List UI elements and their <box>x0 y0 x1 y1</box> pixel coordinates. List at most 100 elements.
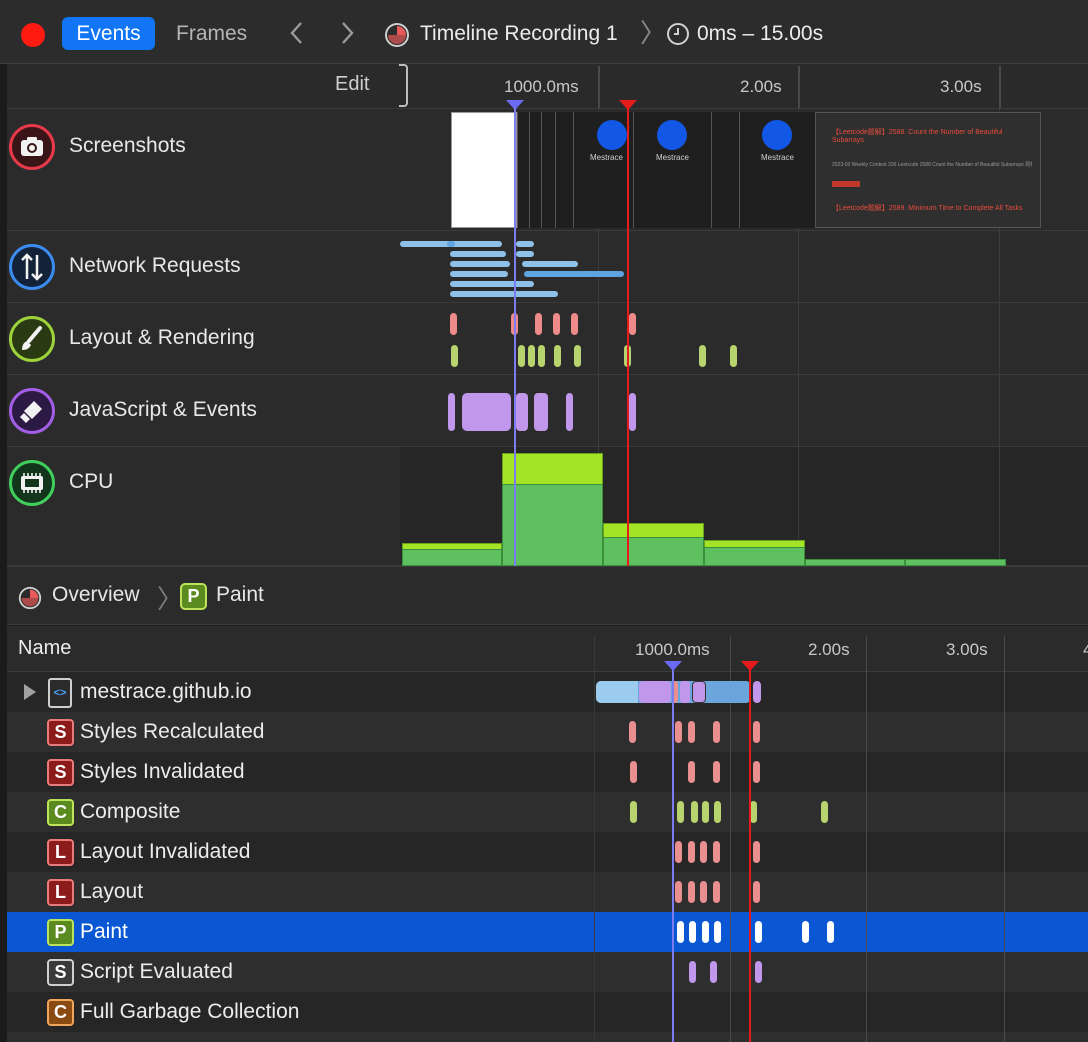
event-marker[interactable] <box>630 761 637 783</box>
table-row-selected[interactable] <box>7 912 1088 952</box>
event-marker[interactable] <box>753 761 760 783</box>
paint-event[interactable] <box>451 345 458 367</box>
tab-frames[interactable]: Frames <box>176 17 247 50</box>
lane-screenshots[interactable] <box>7 109 400 231</box>
event-marker[interactable] <box>675 881 682 903</box>
network-request-bar[interactable] <box>450 291 558 297</box>
event-marker[interactable] <box>713 841 720 863</box>
screenshot-thumbnail[interactable] <box>711 112 739 228</box>
event-marker[interactable] <box>691 801 698 823</box>
event-marker[interactable] <box>677 921 684 943</box>
event-marker[interactable] <box>710 961 717 983</box>
script-event[interactable] <box>462 393 511 431</box>
script-event[interactable] <box>566 393 573 431</box>
script-segment[interactable] <box>639 681 671 703</box>
screenshot-thumbnail[interactable] <box>451 112 517 228</box>
layout-event[interactable] <box>553 313 560 335</box>
event-marker[interactable] <box>750 801 757 823</box>
paint-event[interactable] <box>528 345 535 367</box>
event-marker[interactable] <box>688 721 695 743</box>
event-marker[interactable] <box>688 881 695 903</box>
paint-event[interactable] <box>538 345 545 367</box>
lane-cpu[interactable] <box>7 447 400 566</box>
network-request-bar[interactable] <box>450 251 506 257</box>
network-request-bar[interactable] <box>524 271 624 277</box>
screenshot-thumbnail[interactable] <box>517 112 529 228</box>
edit-handle[interactable] <box>399 64 408 107</box>
paint-event[interactable] <box>574 345 581 367</box>
resource-timeline-segment[interactable] <box>596 681 638 703</box>
cpu-usage-bar[interactable] <box>402 549 502 566</box>
layout-event[interactable] <box>450 313 457 335</box>
network-request-bar[interactable] <box>450 271 508 277</box>
script-event[interactable] <box>516 393 528 431</box>
network-request-bar[interactable] <box>450 261 510 267</box>
screenshot-thumbnail[interactable] <box>529 112 541 228</box>
script-segment[interactable] <box>692 681 706 703</box>
screenshot-thumbnail[interactable] <box>555 112 573 228</box>
screenshot-thumbnail[interactable]: 【Leetcode题解】2588. Count the Number of Be… <box>815 112 1041 228</box>
record-button[interactable] <box>21 23 45 47</box>
event-marker[interactable] <box>689 961 696 983</box>
cpu-usage-bar[interactable] <box>603 537 704 566</box>
paint-event[interactable] <box>730 345 737 367</box>
event-marker[interactable] <box>821 801 828 823</box>
time-range[interactable]: 0ms – 15.00s <box>697 17 823 50</box>
lane-layout-graph[interactable] <box>400 303 1088 375</box>
event-marker[interactable] <box>689 921 696 943</box>
layout-event[interactable] <box>629 313 636 335</box>
paint-event[interactable] <box>699 345 706 367</box>
cpu-usage-bar[interactable] <box>805 559 905 566</box>
event-marker[interactable] <box>630 801 637 823</box>
script-event[interactable] <box>629 393 636 431</box>
event-marker[interactable] <box>753 841 760 863</box>
cpu-usage-bar[interactable] <box>905 559 1006 566</box>
network-request-bar[interactable] <box>447 241 455 247</box>
layout-event[interactable] <box>535 313 542 335</box>
event-marker[interactable] <box>714 921 721 943</box>
event-marker[interactable] <box>677 801 684 823</box>
column-divider[interactable] <box>594 636 595 1042</box>
edit-button[interactable]: Edit <box>335 73 369 96</box>
breadcrumb-paint[interactable]: Paint <box>216 583 264 607</box>
column-header-name[interactable]: Name <box>18 637 71 660</box>
network-request-bar[interactable] <box>516 251 534 257</box>
script-event[interactable] <box>448 393 455 431</box>
paint-event[interactable] <box>554 345 561 367</box>
event-marker[interactable] <box>702 801 709 823</box>
event-marker[interactable] <box>675 841 682 863</box>
layout-event[interactable] <box>571 313 578 335</box>
event-marker[interactable] <box>802 921 809 943</box>
cpu-usage-bar[interactable] <box>502 484 603 566</box>
event-marker[interactable] <box>700 881 707 903</box>
event-marker[interactable] <box>755 921 762 943</box>
event-marker[interactable] <box>827 921 834 943</box>
event-marker[interactable] <box>713 721 720 743</box>
paint-event[interactable] <box>518 345 525 367</box>
event-marker[interactable] <box>755 961 762 983</box>
event-marker[interactable] <box>713 881 720 903</box>
table-row[interactable] <box>7 1032 1088 1042</box>
breadcrumb-overview[interactable]: Overview <box>52 583 140 607</box>
event-marker[interactable] <box>753 721 760 743</box>
event-marker[interactable] <box>753 881 760 903</box>
script-segment[interactable] <box>680 681 690 703</box>
network-request-bar[interactable] <box>522 261 578 267</box>
event-marker[interactable] <box>702 921 709 943</box>
tab-events[interactable]: Events <box>62 17 155 50</box>
event-marker[interactable] <box>675 721 682 743</box>
event-marker[interactable] <box>688 761 695 783</box>
forward-button[interactable] <box>336 18 358 50</box>
recording-title[interactable]: Timeline Recording 1 <box>420 17 618 50</box>
screenshot-thumbnail[interactable] <box>541 112 555 228</box>
network-request-bar[interactable] <box>516 241 534 247</box>
event-marker[interactable] <box>700 841 707 863</box>
table-row[interactable] <box>7 872 1088 912</box>
network-request-bar[interactable] <box>450 281 534 287</box>
script-event[interactable] <box>534 393 548 431</box>
event-marker[interactable] <box>713 761 720 783</box>
disclosure-triangle-icon[interactable] <box>24 684 36 700</box>
back-button[interactable] <box>286 18 308 50</box>
event-marker[interactable] <box>629 721 636 743</box>
event-marker[interactable] <box>688 841 695 863</box>
